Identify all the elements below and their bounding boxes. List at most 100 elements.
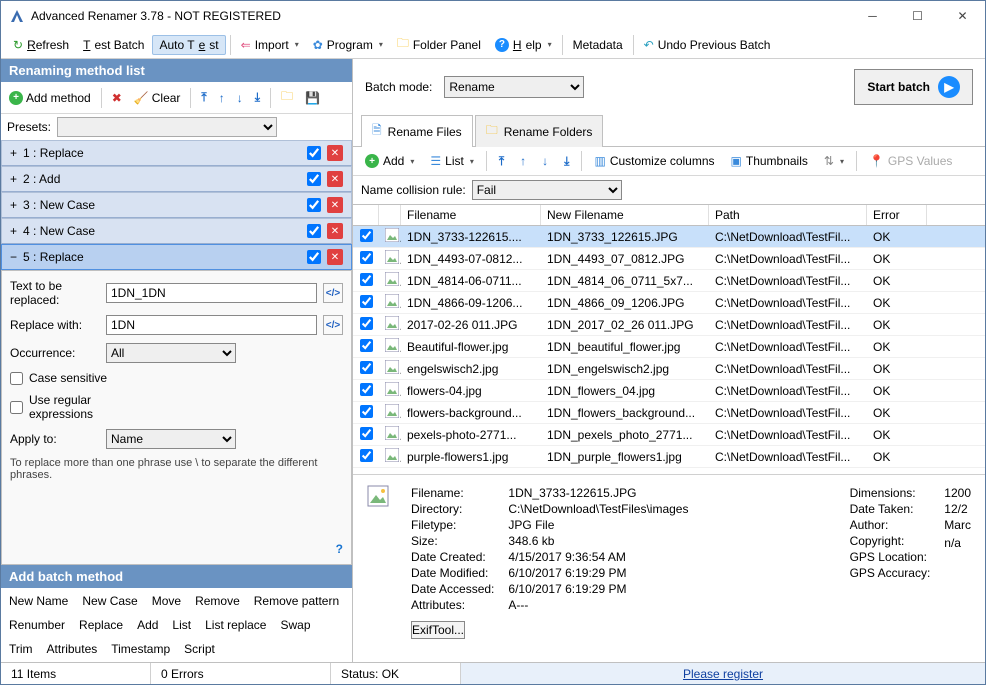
tag-button-2[interactable]: </> xyxy=(323,315,343,335)
method-remove-button[interactable]: ✕ xyxy=(327,197,343,213)
gps-values-button[interactable]: 📍GPS Values xyxy=(863,152,958,170)
close-button[interactable]: ✕ xyxy=(940,1,985,31)
move-up-file-button[interactable]: ↑ xyxy=(514,152,532,170)
program-button[interactable]: ✿Program▾ xyxy=(307,36,389,54)
row-checkbox[interactable] xyxy=(360,251,373,264)
table-row[interactable]: flowers-background... 1DN_flowers_backgr… xyxy=(353,402,985,424)
row-checkbox[interactable] xyxy=(360,449,373,462)
table-row[interactable]: 1DN_4493-07-0812... 1DN_4493_07_0812.JPG… xyxy=(353,248,985,270)
method-remove-button[interactable]: ✕ xyxy=(327,223,343,239)
metadata-button[interactable]: Metadata xyxy=(567,36,629,54)
add-batch-list[interactable]: List xyxy=(172,618,191,632)
add-files-button[interactable]: +Add▾ xyxy=(359,152,420,170)
table-row[interactable]: 1DN_4814-06-0711... 1DN_4814_06_0711_5x7… xyxy=(353,270,985,292)
row-checkbox[interactable] xyxy=(360,383,373,396)
row-checkbox[interactable] xyxy=(360,273,373,286)
save-button[interactable]: 💾 xyxy=(301,89,324,107)
add-batch-new-case[interactable]: New Case xyxy=(82,594,137,608)
add-batch-remove[interactable]: Remove xyxy=(195,594,240,608)
move-down-button[interactable]: ↓ xyxy=(233,89,247,107)
method-remove-button[interactable]: ✕ xyxy=(327,145,343,161)
presets-select[interactable] xyxy=(57,117,277,137)
col-new-filename[interactable]: New Filename xyxy=(541,205,709,225)
col-path[interactable]: Path xyxy=(709,205,867,225)
table-row[interactable]: 1DN_4866-09-1206... 1DN_4866_09_1206.JPG… xyxy=(353,292,985,314)
add-batch-renumber[interactable]: Renumber xyxy=(9,618,65,632)
help-icon[interactable]: ? xyxy=(336,542,343,556)
customize-columns-button[interactable]: ▥Customize columns xyxy=(588,152,720,170)
method-enable-checkbox[interactable] xyxy=(307,224,321,238)
add-batch-swap[interactable]: Swap xyxy=(280,618,310,632)
method-2[interactable]: +2 : Add✕ xyxy=(1,166,352,192)
row-checkbox[interactable] xyxy=(360,295,373,308)
row-checkbox[interactable] xyxy=(360,339,373,352)
sort-menu-button[interactable]: ⇅▾ xyxy=(818,152,850,170)
method-enable-checkbox[interactable] xyxy=(307,198,321,212)
table-row[interactable]: flowers-04.jpg 1DN_flowers_04.jpg C:\Net… xyxy=(353,380,985,402)
row-checkbox[interactable] xyxy=(360,427,373,440)
add-batch-trim[interactable]: Trim xyxy=(9,642,33,656)
row-checkbox[interactable] xyxy=(360,405,373,418)
text-replace-input[interactable] xyxy=(106,283,317,303)
table-row[interactable]: pexels-photo-2771... 1DN_pexels_photo_27… xyxy=(353,424,985,446)
method-4[interactable]: +4 : New Case✕ xyxy=(1,218,352,244)
start-batch-button[interactable]: Start batch ▶ xyxy=(854,69,973,105)
regex-checkbox[interactable] xyxy=(10,401,23,414)
exiftool-button[interactable]: ExifTool... xyxy=(411,621,465,639)
table-row[interactable]: purple-flowers1.jpg 1DN_purple_flowers1.… xyxy=(353,446,985,468)
tab-rename-files[interactable]: 🗎Rename Files xyxy=(361,115,473,147)
method-3[interactable]: +3 : New Case✕ xyxy=(1,192,352,218)
undo-button[interactable]: ↶Undo Previous Batch xyxy=(638,36,777,54)
open-button[interactable]: 🗀 xyxy=(277,85,297,110)
add-batch-replace[interactable]: Replace xyxy=(79,618,123,632)
replace-with-input[interactable] xyxy=(106,315,317,335)
add-batch-attributes[interactable]: Attributes xyxy=(47,642,98,656)
add-batch-add[interactable]: Add xyxy=(137,618,158,632)
add-batch-list-replace[interactable]: List replace xyxy=(205,618,266,632)
add-batch-timestamp[interactable]: Timestamp xyxy=(111,642,170,656)
thumbnails-button[interactable]: ▣Thumbnails xyxy=(725,152,814,170)
add-batch-remove-pattern[interactable]: Remove pattern xyxy=(254,594,339,608)
tag-button-1[interactable]: </> xyxy=(323,283,343,303)
add-batch-new-name[interactable]: New Name xyxy=(9,594,68,608)
table-row[interactable]: engelswisch2.jpg 1DN_engelswisch2.jpg C:… xyxy=(353,358,985,380)
table-row[interactable]: 2017-02-26 011.JPG 1DN_2017_02_26 011.JP… xyxy=(353,314,985,336)
register-link[interactable]: Please register xyxy=(461,663,985,684)
move-bottom-file-button[interactable]: ⤓ xyxy=(558,152,575,171)
row-checkbox[interactable] xyxy=(360,229,373,242)
occurrence-select[interactable]: All xyxy=(106,343,236,363)
move-top-file-button[interactable]: ⤒ xyxy=(493,152,510,171)
help-button[interactable]: ?Help▾ xyxy=(489,36,558,54)
apply-to-select[interactable]: Name xyxy=(106,429,236,449)
add-batch-script[interactable]: Script xyxy=(184,642,215,656)
method-remove-button[interactable]: ✕ xyxy=(327,171,343,187)
table-row[interactable]: Beautiful-flower.jpg 1DN_beautiful_flowe… xyxy=(353,336,985,358)
delete-method-button[interactable]: ✖ xyxy=(108,89,126,107)
row-checkbox[interactable] xyxy=(360,361,373,374)
folder-panel-button[interactable]: 🗀Folder Panel xyxy=(391,32,487,57)
test-batch-button[interactable]: Test Batch xyxy=(77,36,150,54)
method-enable-checkbox[interactable] xyxy=(307,172,321,186)
import-button[interactable]: ⇐Import▾ xyxy=(235,36,305,54)
move-up-button[interactable]: ↑ xyxy=(215,89,229,107)
case-sensitive-checkbox[interactable] xyxy=(10,372,23,385)
collision-select[interactable]: Fail xyxy=(472,180,622,200)
method-enable-checkbox[interactable] xyxy=(307,250,321,264)
list-menu-button[interactable]: ☰List▾ xyxy=(424,152,479,170)
refresh-button[interactable]: ↻Refresh xyxy=(7,36,75,54)
method-remove-button[interactable]: ✕ xyxy=(327,249,343,265)
row-checkbox[interactable] xyxy=(360,317,373,330)
tab-rename-folders[interactable]: 🗀Rename Folders xyxy=(475,115,604,147)
col-filename[interactable]: Filename xyxy=(401,205,541,225)
add-method-button[interactable]: +Add method xyxy=(5,89,95,107)
auto-test-button[interactable]: Auto Test xyxy=(152,35,225,55)
col-error[interactable]: Error xyxy=(867,205,927,225)
move-down-file-button[interactable]: ↓ xyxy=(536,152,554,170)
table-row[interactable]: 1DN_3733-122615.... 1DN_3733_122615.JPG … xyxy=(353,226,985,248)
method-1[interactable]: +1 : Replace✕ xyxy=(1,140,352,166)
add-batch-move[interactable]: Move xyxy=(152,594,181,608)
clear-methods-button[interactable]: 🧹Clear xyxy=(130,89,185,107)
maximize-button[interactable]: ☐ xyxy=(895,1,940,31)
move-bottom-button[interactable]: ⤓ xyxy=(251,88,264,107)
move-top-button[interactable]: ⤒ xyxy=(197,88,210,107)
